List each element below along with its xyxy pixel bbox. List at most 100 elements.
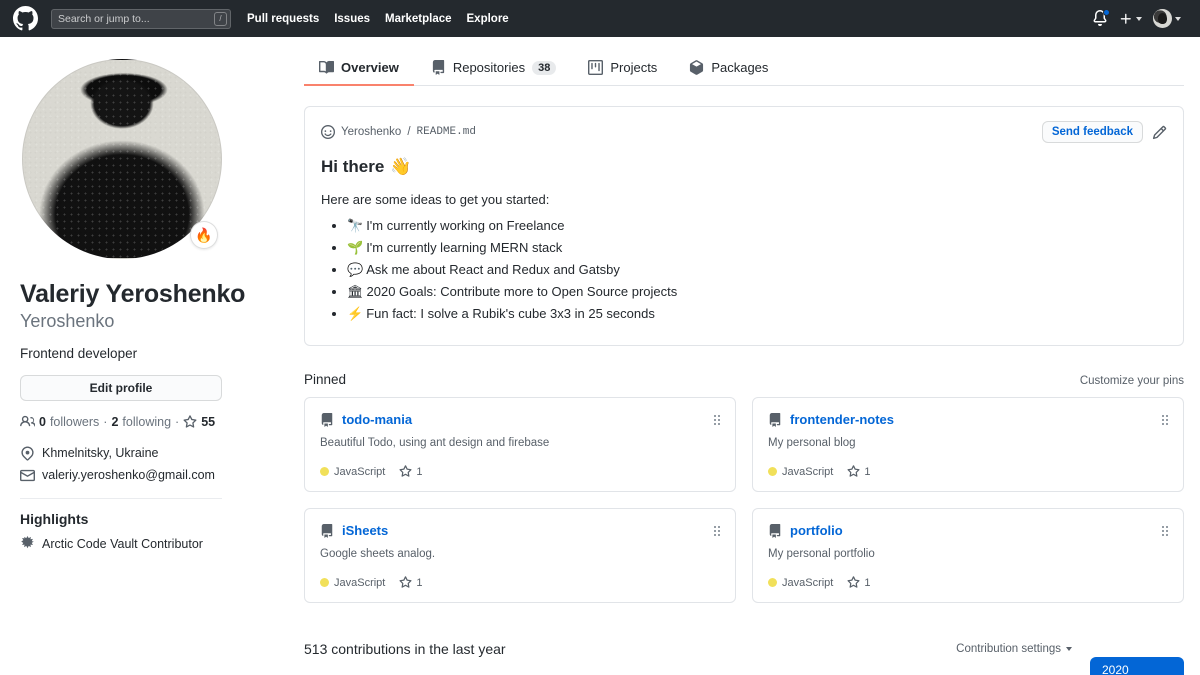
drag-handle-icon[interactable] bbox=[714, 525, 720, 536]
create-new-button[interactable] bbox=[1119, 12, 1142, 26]
account-menu-button[interactable] bbox=[1153, 9, 1181, 28]
seedling-emoji: 🌱 bbox=[347, 240, 364, 255]
contribution-year-list: 2020 2019 2018 2017 2016 bbox=[1090, 629, 1184, 675]
profile-main: Overview Repositories 38 Projects Packag… bbox=[296, 37, 1184, 675]
building-emoji: 🏛 bbox=[347, 284, 364, 299]
readme-title-text: Hi there bbox=[321, 157, 385, 176]
project-icon bbox=[588, 60, 604, 75]
pinned-repo-name[interactable]: todo-mania bbox=[342, 412, 412, 427]
readme-path-separator: / bbox=[407, 126, 411, 138]
profile-page: 🔥 Valeriy Yeroshenko Yeroshenko Frontend… bbox=[0, 37, 1200, 675]
telescope-emoji: 🔭 bbox=[347, 218, 364, 233]
star-icon bbox=[847, 465, 860, 477]
search-input[interactable] bbox=[51, 8, 231, 29]
tab-projects[interactable]: Projects bbox=[573, 52, 672, 86]
pinned-repo-name[interactable]: portfolio bbox=[790, 523, 843, 538]
pinned-card-footer: JavaScript 1 bbox=[768, 576, 1168, 589]
pinned-repo-name[interactable]: iSheets bbox=[342, 523, 388, 538]
search-container: / bbox=[51, 8, 231, 29]
pinned-card-header: iSheets bbox=[320, 523, 720, 538]
highlights-title: Highlights bbox=[20, 511, 89, 528]
pinned-card-header: portfolio bbox=[768, 523, 1168, 538]
pinned-section: Pinned Customize your pins todo-mania Be… bbox=[304, 372, 1184, 603]
smiley-icon bbox=[321, 125, 335, 139]
pinned-card-footer: JavaScript 1 bbox=[320, 576, 720, 589]
readme-filename[interactable]: README.md bbox=[417, 126, 476, 138]
star-icon bbox=[183, 414, 197, 428]
repo-icon bbox=[769, 523, 781, 538]
nav-explore[interactable]: Explore bbox=[467, 13, 509, 25]
pinned-repo-description: Beautiful Todo, using ant design and fir… bbox=[320, 437, 550, 449]
language-label: JavaScript bbox=[334, 576, 386, 589]
notifications-button[interactable] bbox=[1092, 8, 1110, 28]
tab-label: Packages bbox=[711, 60, 769, 75]
pinned-card-header: todo-mania bbox=[320, 412, 720, 427]
bullet-text: 2020 Goals: Contribute more to Open Sour… bbox=[366, 284, 678, 299]
pinned-card-header: frontender-notes bbox=[768, 412, 1168, 427]
pinned-repo-description: My personal blog bbox=[768, 437, 856, 449]
pinned-repo-name[interactable]: frontender-notes bbox=[790, 412, 894, 427]
following-label[interactable]: following bbox=[122, 415, 171, 429]
pinned-repo-grid: todo-mania Beautiful Todo, using ant des… bbox=[304, 397, 1184, 603]
tab-label: Projects bbox=[610, 60, 658, 75]
profile-readme-card: Yeroshenko / README.md Send feedback Hi … bbox=[304, 106, 1184, 346]
email-link[interactable]: valeriy.yeroshenko@gmail.com bbox=[42, 467, 215, 484]
edit-readme-button[interactable] bbox=[1152, 125, 1167, 140]
readme-intro: Here are some ideas to get you started: bbox=[321, 192, 550, 207]
star-icon bbox=[847, 576, 860, 588]
package-icon bbox=[690, 60, 704, 75]
search-shortcut-key: / bbox=[214, 11, 227, 26]
contributions-title: 513 contributions in the last year bbox=[304, 640, 506, 657]
status-badge[interactable]: 🔥 bbox=[190, 221, 218, 249]
repo-stars[interactable]: 1 bbox=[399, 465, 422, 478]
meta-separator: · bbox=[103, 414, 108, 429]
repo-language: JavaScript bbox=[768, 466, 833, 478]
chevron-down-icon bbox=[1066, 646, 1072, 651]
tab-counter: 38 bbox=[532, 60, 557, 75]
bullet-text: I'm currently working on Freelance bbox=[366, 218, 565, 233]
tab-repositories[interactable]: Repositories 38 bbox=[416, 52, 572, 86]
profile-email: valeriy.yeroshenko@gmail.com bbox=[20, 467, 280, 484]
followers-label[interactable]: followers bbox=[50, 415, 99, 429]
nav-issues[interactable]: Issues bbox=[334, 13, 370, 25]
drag-handle-icon[interactable] bbox=[714, 414, 720, 425]
following-count[interactable]: 2 bbox=[111, 415, 118, 429]
readme-bullet: 🏛2020 Goals: Contribute more to Open Sou… bbox=[347, 283, 1167, 300]
chevron-down-icon bbox=[1136, 16, 1142, 21]
customize-pins-link[interactable]: Customize your pins bbox=[1080, 375, 1184, 387]
highlight-arctic-code-vault[interactable]: Arctic Code Vault Contributor bbox=[20, 536, 280, 551]
repo-stars[interactable]: 1 bbox=[847, 576, 870, 589]
github-mark-icon[interactable] bbox=[13, 6, 38, 31]
notification-indicator-dot bbox=[1103, 8, 1110, 16]
drag-handle-icon[interactable] bbox=[1162, 414, 1168, 425]
avatar-container: 🔥 bbox=[22, 59, 222, 259]
contributions-header: 513 contributions in the last year Contr… bbox=[304, 629, 1072, 668]
repo-stars[interactable]: 1 bbox=[847, 465, 870, 478]
profile-bio: Frontend developer bbox=[20, 346, 138, 362]
tab-packages[interactable]: Packages bbox=[674, 52, 783, 86]
bullet-text: I'm currently learning MERN stack bbox=[366, 240, 563, 255]
language-label: JavaScript bbox=[782, 465, 834, 478]
pencil-icon bbox=[1152, 125, 1167, 139]
star-count: 1 bbox=[416, 576, 423, 589]
star-icon bbox=[399, 465, 412, 477]
pinned-repo-description: Google sheets analog. bbox=[320, 548, 436, 560]
edit-profile-button[interactable]: Edit profile bbox=[20, 375, 222, 402]
arctic-vault-icon bbox=[21, 536, 34, 549]
pinned-card-footer: JavaScript 1 bbox=[768, 465, 1168, 478]
nav-pull-requests[interactable]: Pull requests bbox=[247, 13, 319, 25]
header-avatar bbox=[1153, 9, 1172, 28]
drag-handle-icon[interactable] bbox=[1162, 525, 1168, 536]
tab-overview[interactable]: Overview bbox=[304, 52, 414, 86]
pinned-repo-card: frontender-notes My personal blog JavaSc… bbox=[752, 397, 1184, 492]
profile-username: Yeroshenko bbox=[20, 311, 115, 332]
followers-count[interactable]: 0 bbox=[39, 415, 46, 429]
stars-count[interactable]: 55 bbox=[201, 415, 215, 429]
readme-owner[interactable]: Yeroshenko bbox=[341, 126, 401, 138]
tab-label: Overview bbox=[341, 60, 399, 75]
year-item-2020[interactable]: 2020 bbox=[1090, 657, 1184, 675]
repo-stars[interactable]: 1 bbox=[399, 576, 422, 589]
nav-marketplace[interactable]: Marketplace bbox=[385, 13, 451, 25]
contribution-settings-button[interactable]: Contribution settings bbox=[956, 643, 1072, 655]
send-feedback-button[interactable]: Send feedback bbox=[1041, 121, 1143, 143]
